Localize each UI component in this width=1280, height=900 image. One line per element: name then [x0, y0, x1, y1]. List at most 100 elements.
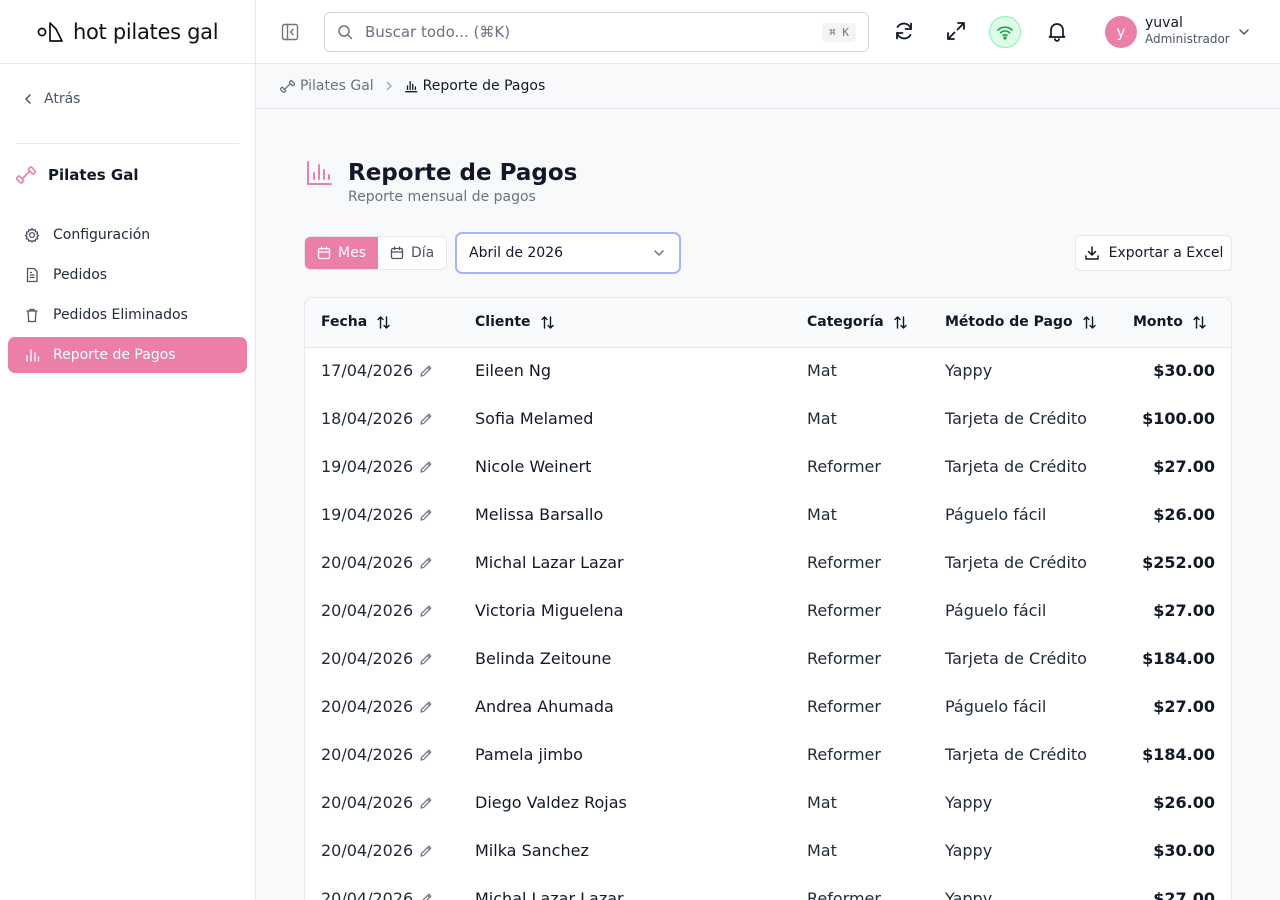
back-link[interactable]: Atrás	[22, 91, 80, 107]
document-icon	[26, 267, 38, 283]
cell-amount: $27.00	[1153, 601, 1215, 620]
sidebar-item-reporte-de-pagos[interactable]: Reporte de Pagos	[8, 337, 247, 373]
table-row: 20/04/2026 Andrea Ahumada Reformer Páguelo …	[305, 684, 1231, 732]
cell-category: Reformer	[807, 649, 881, 668]
cell-payment-method: Tarjeta de Crédito	[945, 457, 1087, 476]
pencil-icon[interactable]	[419, 460, 433, 474]
cell-amount: $26.00	[1153, 505, 1215, 524]
fullscreen-button[interactable]	[945, 20, 967, 42]
date-value: 19/04/2026	[321, 457, 414, 476]
sidebar-nav: Configuración Pedidos Pedidos Eliminados…	[8, 217, 247, 377]
cell-client: Milka Sanchez	[475, 841, 589, 860]
cell-category: Mat	[807, 793, 837, 812]
pencil-icon[interactable]	[419, 700, 433, 714]
logo-mark-icon	[37, 21, 63, 42]
column-header-label: Monto	[1133, 314, 1183, 330]
avatar[interactable]: y	[1105, 16, 1137, 48]
export-excel-button[interactable]: Exportar a Excel	[1075, 235, 1232, 271]
cell-amount: $100.00	[1142, 409, 1215, 428]
sort-icon	[894, 315, 907, 329]
sort-icon	[540, 315, 554, 329]
table-row: 20/04/2026 Diego Valdez Rojas Mat Yappy $26.…	[305, 780, 1231, 828]
page-header: Reporte de Pagos Reporte mensual de pago…	[304, 158, 577, 205]
sidebar-item-label: Pedidos	[53, 267, 108, 283]
keyboard-shortcut-badge: ⌘ K	[822, 22, 856, 42]
table-row: 19/04/2026 Nicole Weinert Reformer Tarjeta …	[305, 444, 1231, 492]
pencil-icon[interactable]	[419, 604, 433, 618]
chevron-right-icon	[386, 81, 392, 91]
cell-amount: $184.00	[1142, 745, 1215, 764]
column-header-cliente[interactable]: Cliente	[475, 314, 555, 330]
period-select[interactable]: Abril de 2026	[455, 232, 681, 274]
cell-client: Belinda Zeitoune	[475, 649, 612, 668]
bar-chart-icon	[404, 80, 418, 93]
pencil-icon[interactable]	[419, 556, 433, 570]
cell-client: Melissa Barsallo	[475, 505, 604, 524]
view-toggle-month[interactable]: Mes	[305, 237, 378, 269]
cell-date: 20/04/2026	[321, 889, 433, 900]
cell-payment-method: Yappy	[945, 793, 993, 812]
refresh-icon	[896, 22, 912, 40]
pencil-icon[interactable]	[419, 508, 433, 522]
pencil-icon[interactable]	[419, 412, 433, 426]
table-row: 20/04/2026 Victoria Miguelena Reformer Págu…	[305, 588, 1231, 636]
column-header-metodo-de-pago[interactable]: Método de Pago	[945, 314, 1097, 330]
cell-payment-method: Tarjeta de Crédito	[945, 745, 1087, 764]
trash-icon	[26, 308, 38, 323]
cell-client: Michal Lazar Lazar	[475, 889, 624, 900]
table-row: 17/04/2026 Eileen Ng Mat Yappy $30.00	[305, 348, 1231, 396]
column-header-fecha[interactable]: Fecha	[321, 314, 391, 330]
expand-icon	[947, 22, 965, 40]
pencil-icon[interactable]	[419, 796, 433, 810]
cell-amount: $27.00	[1153, 889, 1215, 900]
pencil-icon[interactable]	[419, 892, 433, 900]
column-header-categoria[interactable]: Categoría	[807, 314, 908, 330]
table-body: 17/04/2026 Eileen Ng Mat Yappy $30.00 18/04/2…	[305, 348, 1231, 900]
cell-category: Reformer	[807, 553, 881, 572]
cell-payment-method: Páguelo fácil	[945, 697, 1047, 716]
notifications-button[interactable]	[1046, 20, 1068, 42]
cell-category: Mat	[807, 841, 837, 860]
view-toggle: Mes Día	[304, 236, 448, 270]
connection-status-button[interactable]	[989, 16, 1021, 48]
breadcrumb-parent[interactable]: Pilates Gal	[280, 78, 374, 94]
search-input[interactable]: Buscar todo... (⌘K) ⌘ K	[324, 12, 869, 52]
date-value: 20/04/2026	[321, 841, 414, 860]
pencil-icon[interactable]	[419, 364, 433, 378]
pencil-icon[interactable]	[419, 652, 433, 666]
cell-amount: $30.00	[1153, 841, 1215, 860]
pencil-icon[interactable]	[419, 748, 433, 762]
date-value: 17/04/2026	[321, 361, 414, 380]
user-menu-toggle[interactable]	[1238, 26, 1250, 38]
user-menu[interactable]: yuval Administrador	[1145, 15, 1230, 46]
table-row: 19/04/2026 Melissa Barsallo Mat Páguelo fác…	[305, 492, 1231, 540]
cell-amount: $252.00	[1142, 553, 1215, 572]
table-header: Fecha Cliente Categoría Método de Pago M…	[305, 298, 1231, 348]
sidebar-item-pedidos-eliminados[interactable]: Pedidos Eliminados	[8, 297, 247, 333]
cell-client: Victoria Miguelena	[475, 601, 624, 620]
cell-amount: $27.00	[1153, 697, 1215, 716]
cell-payment-method: Páguelo fácil	[945, 601, 1047, 620]
pencil-icon[interactable]	[419, 844, 433, 858]
view-toggle-day[interactable]: Día	[378, 237, 446, 269]
cell-category: Reformer	[807, 601, 881, 620]
sidebar-item-label: Configuración	[53, 227, 151, 243]
date-value: 20/04/2026	[321, 697, 414, 716]
date-value: 20/04/2026	[321, 649, 414, 668]
sidebar-item-configuracion[interactable]: Configuración	[8, 217, 247, 253]
refresh-button[interactable]	[893, 20, 915, 42]
cell-date: 17/04/2026	[321, 361, 433, 380]
panel-collapse-icon	[281, 23, 299, 41]
brand-logo[interactable]: hot pilates gal	[0, 0, 255, 64]
table-row: 18/04/2026 Sofia Melamed Mat Tarjeta de Cré…	[305, 396, 1231, 444]
cell-date: 20/04/2026	[321, 745, 433, 764]
sidebar-item-pedidos[interactable]: Pedidos	[8, 257, 247, 293]
breadcrumb-parent-label: Pilates Gal	[300, 78, 374, 94]
sidebar: hot pilates gal Atrás Pilates Gal Config…	[0, 0, 256, 900]
date-value: 20/04/2026	[321, 745, 414, 764]
column-header-monto[interactable]: Monto	[1133, 314, 1207, 330]
gear-icon	[24, 227, 40, 243]
cell-payment-method: Yappy	[945, 841, 993, 860]
sidebar-toggle-button[interactable]	[280, 22, 300, 42]
table-row: 20/04/2026 Michal Lazar Lazar Reformer Tarj…	[305, 540, 1231, 588]
